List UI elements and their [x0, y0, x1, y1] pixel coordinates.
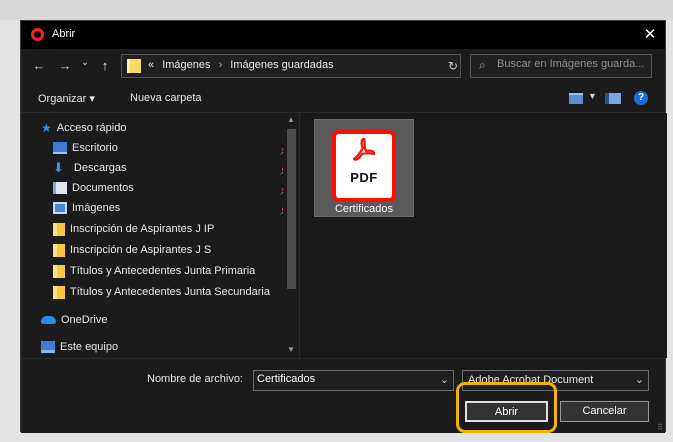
sidebar-item-quick-access[interactable]: ★ Acceso rápido	[41, 118, 299, 138]
sidebar-item-desktop[interactable]: Escritorio	[53, 138, 299, 158]
folder-icon	[127, 59, 141, 73]
sidebar-item-pictures[interactable]: Imágenes	[53, 198, 299, 218]
search-icon: ⌕	[479, 58, 486, 72]
sidebar-item-label: Este equipo	[60, 341, 119, 353]
sidebar-item-folder-primaria[interactable]: Títulos y Antecedentes Junta Primaria	[53, 261, 299, 281]
background-top	[0, 0, 673, 20]
scrollbar-thumb[interactable]	[287, 129, 296, 289]
open-file-dialog: Abrir ✕ ← → ⌄ ↑ « Imágenes › Imágenes gu…	[20, 20, 667, 433]
organize-button[interactable]: Organizar ▾	[38, 92, 95, 105]
sidebar-item-folder-jip[interactable]: Inscripción de Aspirantes J IP	[53, 219, 299, 239]
sidebar-item-label: Acceso rápido	[56, 122, 127, 134]
sidebar-item-this-pc[interactable]: Este equipo	[41, 337, 299, 357]
window-title: Abrir	[52, 28, 76, 40]
onedrive-icon	[41, 316, 56, 324]
filename-combobox[interactable]: ⌄	[253, 370, 454, 391]
this-pc-icon	[41, 341, 55, 353]
pdf-badge: PDF	[350, 170, 378, 185]
search-input[interactable]	[497, 58, 647, 70]
navigation-bar: ← → ⌄ ↑ « Imágenes › Imágenes guardadas …	[21, 49, 665, 85]
sidebar-item-label: Inscripción de Aspirantes J IP	[70, 223, 215, 235]
folder-icon	[53, 222, 65, 236]
sidebar-item-onedrive[interactable]: OneDrive	[41, 310, 299, 330]
breadcrumb-item-imagenes[interactable]: Imágenes	[162, 59, 210, 71]
folder-icon	[53, 264, 65, 278]
breadcrumb-item-imagenes-guardadas[interactable]: Imágenes guardadas	[230, 59, 333, 71]
preview-pane-icon[interactable]	[605, 93, 621, 104]
refresh-icon[interactable]: ↻	[445, 55, 461, 77]
scroll-down-icon[interactable]: ▼	[287, 345, 295, 354]
sidebar-item-label: OneDrive	[61, 314, 108, 326]
sidebar-item-label: Descargas	[73, 162, 127, 174]
folder-icon	[53, 285, 65, 299]
acrobat-logo-icon	[352, 137, 376, 161]
sidebar-item-folder-secundaria[interactable]: Títulos y Antecedentes Junta Secundaria	[53, 282, 299, 302]
filename-label: Nombre de archivo:	[147, 373, 243, 385]
downloads-icon: ⬇	[53, 160, 64, 175]
navigation-pane: ★ Acceso rápido Escritorio ⬇ Descargas D…	[21, 113, 299, 358]
file-name: Certificados	[334, 203, 394, 215]
folder-icon	[53, 243, 65, 257]
cancel-button[interactable]: Cancelar	[560, 401, 649, 422]
opera-logo-icon	[31, 28, 44, 41]
filename-input[interactable]	[257, 373, 432, 385]
sidebar-item-label: Inscripción de Aspirantes J S	[70, 244, 212, 256]
change-view-icon[interactable]	[569, 93, 583, 104]
documents-icon	[53, 182, 67, 194]
new-folder-button[interactable]: Nueva carpeta	[130, 92, 202, 104]
search-box[interactable]: ⌕	[470, 54, 652, 78]
file-item-certificados[interactable]: PDF Certificados	[314, 119, 414, 217]
sidebar-item-label: Documentos	[72, 182, 134, 194]
sidebar-item-label: Imágenes	[72, 202, 121, 214]
address-bar[interactable]: « Imágenes › Imágenes guardadas ⌄	[121, 54, 529, 78]
breadcrumb-separator-icon: ›	[218, 59, 223, 71]
up-arrow-icon[interactable]: ↑	[97, 55, 113, 77]
sidebar-item-label: Títulos y Antecedentes Junta Secundaria	[70, 286, 270, 298]
chevron-down-icon[interactable]: ⌄	[635, 373, 644, 386]
scroll-up-icon[interactable]: ▲	[287, 115, 295, 124]
sidebar-item-documents[interactable]: Documentos	[53, 178, 299, 198]
footer: Nombre de archivo: ⌄ Adobe Acrobat Docum…	[21, 358, 665, 433]
open-button-highlight	[456, 382, 557, 433]
pdf-file-icon: PDF	[332, 130, 396, 202]
forward-arrow-icon[interactable]: →	[57, 55, 73, 77]
breadcrumb: « Imágenes › Imágenes guardadas	[148, 59, 334, 71]
resize-grip-icon[interactable]: ⠿	[657, 423, 663, 432]
back-arrow-icon[interactable]: ←	[31, 55, 47, 77]
chevron-down-icon[interactable]: ⌄	[440, 373, 449, 386]
view-options-chevron-icon[interactable]: ▼	[588, 91, 597, 101]
help-icon[interactable]: ?	[634, 91, 648, 105]
title-bar: Abrir ✕	[21, 21, 665, 49]
breadcrumb-overflow-icon[interactable]: «	[148, 59, 154, 71]
star-icon: ★	[41, 121, 52, 135]
sidebar-item-label: Escritorio	[72, 142, 118, 154]
sidebar-item-label: Títulos y Antecedentes Junta Primaria	[70, 265, 256, 277]
file-list: PDF Certificados	[299, 113, 667, 358]
command-toolbar: Organizar ▾ Nueva carpeta ▼ ?	[21, 85, 665, 113]
close-button[interactable]: ✕	[639, 24, 661, 46]
sidebar-scrollbar[interactable]: ▲ ▼	[283, 113, 299, 358]
pictures-icon	[53, 202, 67, 214]
sidebar-item-folder-js[interactable]: Inscripción de Aspirantes J S	[53, 240, 299, 260]
desktop-icon	[53, 142, 67, 154]
sidebar-item-downloads[interactable]: ⬇ Descargas	[53, 158, 299, 178]
recent-locations-chevron-icon[interactable]: ⌄	[79, 52, 91, 74]
